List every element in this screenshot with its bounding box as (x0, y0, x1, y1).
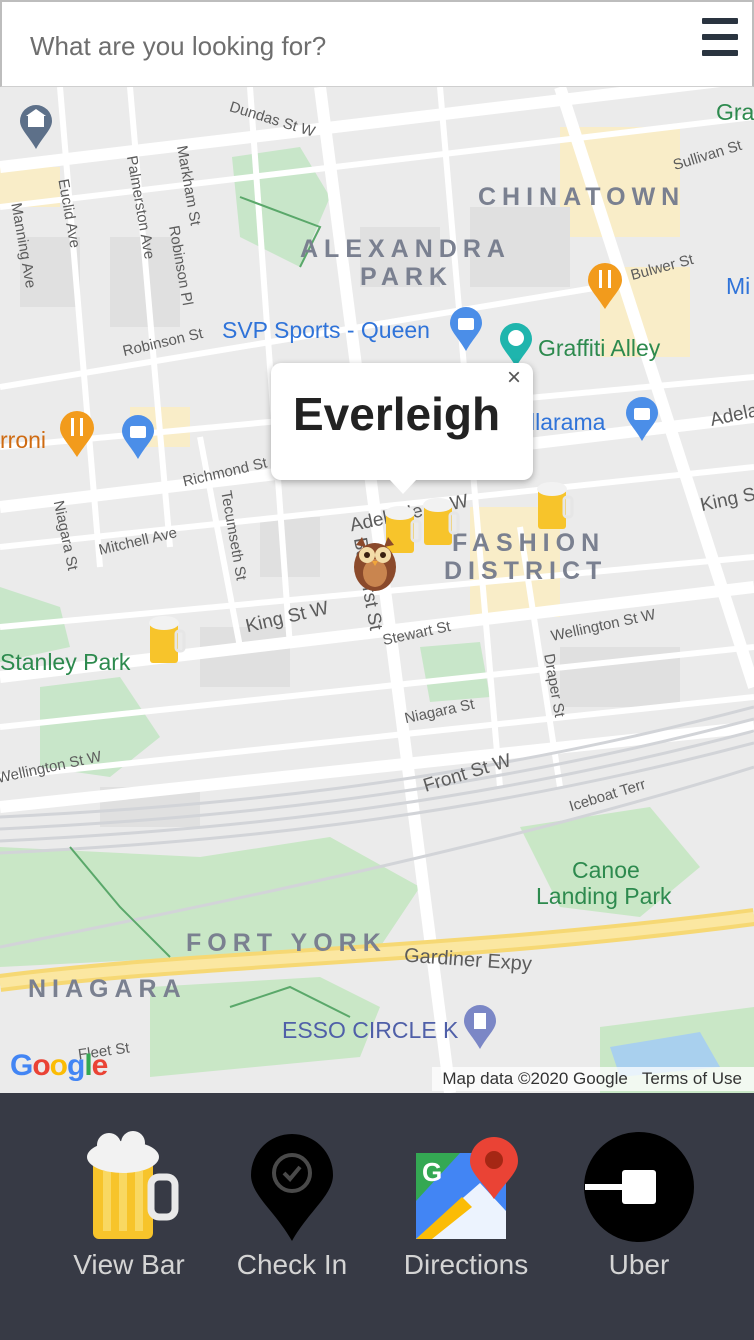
art-pin-icon[interactable] (498, 321, 534, 369)
beer-marker-icon[interactable] (420, 497, 460, 547)
search-input[interactable] (16, 18, 676, 74)
owl-location-marker-icon (354, 537, 396, 591)
svg-text:G: G (422, 1157, 442, 1187)
uber-logo-icon (564, 1131, 714, 1243)
poi-label[interactable]: Graffiti Alley (538, 335, 660, 362)
district-label: NIAGARA (28, 975, 187, 1003)
poi-label[interactable]: llarama (530, 409, 605, 436)
map-view[interactable]: Dundas St W Sullivan St Bulwer St Euclid… (0, 87, 754, 1093)
info-window: Everleigh × (271, 363, 533, 494)
beer-marker-icon[interactable] (146, 615, 186, 665)
district-label: ALEXANDRA (300, 235, 511, 263)
restaurant-pin-icon[interactable] (586, 261, 624, 311)
museum-pin-icon[interactable] (18, 103, 54, 151)
uber-button[interactable]: Uber (564, 1123, 714, 1303)
shopping-pin-icon[interactable] (448, 305, 484, 353)
beer-mug-icon (54, 1131, 204, 1243)
beer-marker-icon[interactable] (534, 481, 574, 531)
poi-label[interactable]: Mi (726, 273, 750, 300)
district-label: DISTRICT (444, 557, 608, 585)
hamburger-menu-icon[interactable] (700, 16, 742, 60)
district-label: CHINATOWN (478, 183, 686, 211)
map-data-text: Map data ©2020 Google (442, 1069, 628, 1088)
check-in-pin-icon (217, 1131, 367, 1243)
poi-label[interactable]: rroni (0, 427, 46, 454)
restaurant-pin-icon[interactable] (58, 409, 96, 459)
gas-station-pin-icon[interactable] (462, 1003, 498, 1051)
directions-button[interactable]: G Directions (391, 1123, 541, 1303)
shopping-pin-icon[interactable] (120, 413, 156, 461)
poi-label[interactable]: SVP Sports - Queen (222, 317, 430, 344)
poi-label[interactable]: Stanley Park (0, 649, 130, 676)
poi-label[interactable]: Landing Park (536, 883, 672, 910)
google-maps-icon: G (391, 1131, 541, 1243)
poi-label[interactable]: Canoe (572, 857, 640, 884)
terms-of-use-link[interactable]: Terms of Use (642, 1069, 742, 1088)
poi-label[interactable]: ESSO CIRCLE K (282, 1017, 458, 1044)
close-icon[interactable]: × (503, 366, 525, 390)
view-bar-button[interactable]: View Bar (54, 1123, 204, 1303)
district-label: PARK (360, 263, 453, 291)
check-in-button[interactable]: Check In (217, 1123, 367, 1303)
info-window-title: Everleigh (293, 388, 501, 440)
poi-label[interactable]: Gra (716, 99, 754, 126)
view-bar-label: View Bar (73, 1249, 185, 1280)
search-bar (0, 0, 754, 87)
directions-label: Directions (403, 1249, 529, 1280)
uber-label: Uber (608, 1249, 670, 1280)
district-label: FORT YORK (186, 929, 387, 957)
check-in-label: Check In (236, 1249, 348, 1280)
google-logo: Google (10, 1049, 108, 1082)
action-bar: View Bar Check In G Directions Uber (0, 1093, 754, 1340)
map-attribution: Map data ©2020 Google Terms of Use (432, 1067, 754, 1091)
district-label: FASHION (452, 529, 606, 557)
shopping-pin-icon[interactable] (624, 395, 660, 443)
